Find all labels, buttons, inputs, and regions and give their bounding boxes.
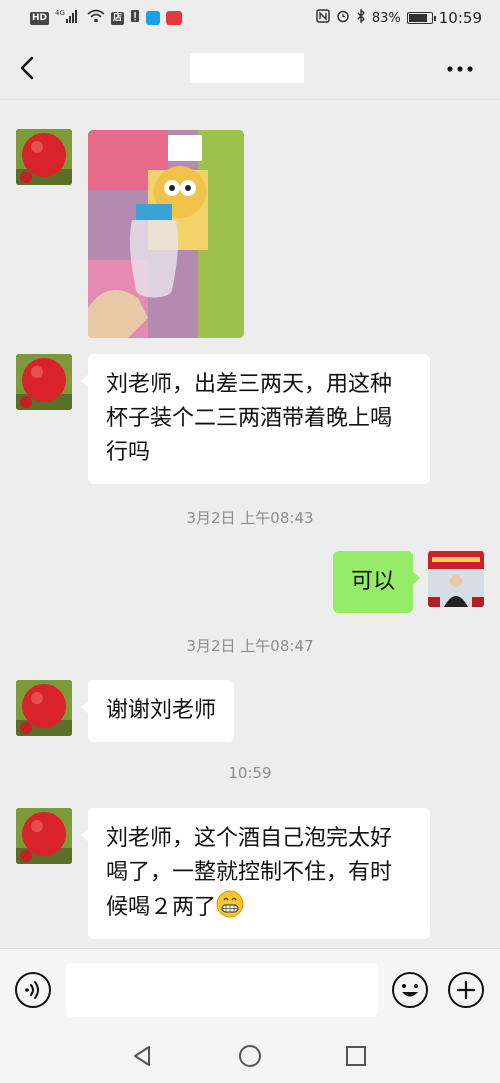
- contact-avatar[interactable]: [16, 129, 72, 185]
- system-navigation-bar: [0, 1028, 500, 1083]
- input-bar: [0, 948, 500, 1028]
- bluetooth-icon: [356, 8, 366, 27]
- hd-badge: HD: [30, 11, 50, 25]
- pomegranate-avatar-icon: [16, 680, 72, 736]
- chat-image[interactable]: [88, 130, 244, 338]
- square-recents-icon: [346, 1046, 366, 1066]
- system-back-button[interactable]: [129, 1042, 157, 1070]
- app-notification-icon: [166, 11, 183, 25]
- wifi-icon: [87, 9, 105, 27]
- voice-button[interactable]: [14, 971, 52, 1009]
- message-bubble[interactable]: 刘老师，出差三两天，用这种杯子装个二三两酒带着晚上喝行吗: [81, 354, 430, 484]
- back-button[interactable]: [14, 50, 46, 86]
- circle-home-icon: [239, 1045, 261, 1067]
- chat-title: [190, 53, 304, 83]
- message-text: 可以: [351, 569, 396, 594]
- status-left: HD 4G 店: [30, 9, 183, 27]
- self-avatar[interactable]: [428, 551, 484, 607]
- message-timestamp: 3月2日 上午08:47: [186, 637, 314, 655]
- chevron-left-icon: [20, 56, 34, 80]
- sim-alert-icon: [130, 9, 140, 27]
- grin-emoji-icon: [216, 890, 244, 918]
- triangle-back-icon: [134, 1046, 150, 1066]
- app-notification-icon: [146, 11, 161, 25]
- message-text: 谢谢刘老师: [106, 698, 217, 723]
- status-right: 83% 10:59: [316, 8, 482, 27]
- contact-avatar[interactable]: [16, 354, 72, 410]
- more-horizontal-icon: [447, 66, 473, 72]
- photo-baby-bottle: [88, 130, 244, 338]
- user-photo-avatar-icon: [428, 551, 484, 607]
- battery-percent: 83%: [371, 10, 401, 26]
- status-time: 10:59: [438, 9, 482, 27]
- message-timestamp: 3月2日 上午08:43: [186, 509, 314, 527]
- system-recents-button[interactable]: [342, 1042, 370, 1070]
- voice-icon: [15, 972, 51, 1008]
- contact-avatar[interactable]: [16, 808, 72, 864]
- status-bar: HD 4G 店 83% 10:59: [0, 0, 500, 36]
- svg-text:4G: 4G: [55, 9, 65, 17]
- message-timestamp: 10:59: [228, 764, 272, 782]
- message-input[interactable]: [66, 963, 378, 1017]
- battery-icon: [406, 12, 436, 24]
- more-functions-button[interactable]: [447, 971, 485, 1009]
- message-bubble[interactable]: 谢谢刘老师: [80, 680, 235, 742]
- signal-icon: 4G: [55, 9, 81, 27]
- nfc-icon: [316, 9, 330, 27]
- plus-icon: [448, 972, 484, 1008]
- chat-header: [0, 36, 500, 100]
- store-badge: 店: [111, 11, 125, 25]
- more-options-button[interactable]: [440, 56, 480, 82]
- message-text: 刘老师，出差三两天，用这种杯子装个二三两酒带着晚上喝行吗: [106, 372, 393, 465]
- message-bubble[interactable]: 刘老师，这个酒自己泡完太好喝了，一整就控制不住，有时候喝２两了: [81, 808, 430, 939]
- system-home-button[interactable]: [236, 1042, 264, 1070]
- message-bubble-self[interactable]: 可以: [333, 551, 421, 613]
- alarm-icon: [336, 9, 350, 27]
- message-text: 刘老师，这个酒自己泡完太好喝了，一整就控制不住，有时候喝２两了: [106, 826, 393, 920]
- contact-avatar[interactable]: [16, 680, 72, 736]
- pomegranate-avatar-icon: [16, 808, 72, 864]
- battery-level: [408, 14, 428, 22]
- emoji-icon: [392, 972, 428, 1008]
- pomegranate-avatar-icon: [16, 129, 72, 185]
- emoji-button[interactable]: [391, 971, 429, 1009]
- pomegranate-avatar-icon: [16, 354, 72, 410]
